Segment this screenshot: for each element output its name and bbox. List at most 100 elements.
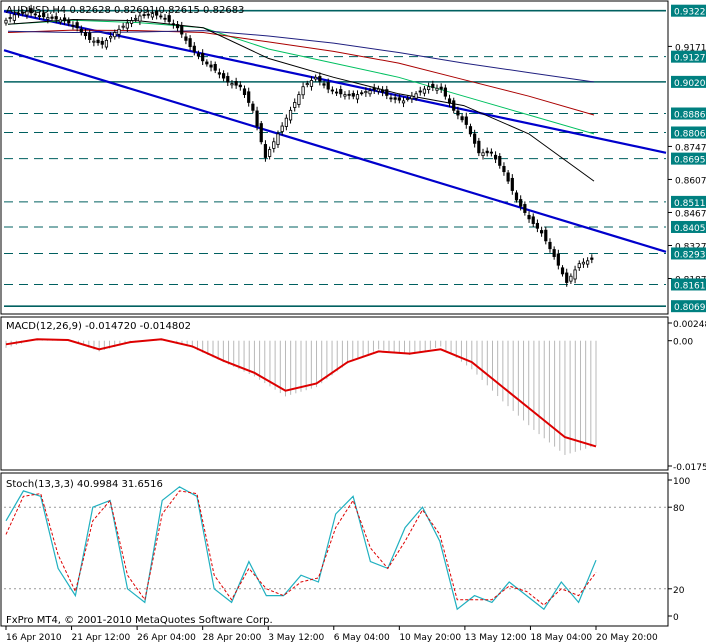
candle-body: [67, 20, 71, 24]
candle-body: [175, 24, 180, 29]
stoch-tick-label: 20: [673, 586, 685, 596]
candle-body: [410, 95, 414, 100]
candle-body: [431, 83, 435, 88]
time-tick-label: 18 May 04:00: [530, 633, 592, 643]
candle-body: [330, 89, 334, 92]
candle-body: [510, 177, 514, 191]
candle-body: [167, 15, 171, 22]
time-tick-label: 3 May 12:00: [268, 633, 324, 643]
candle-body: [376, 88, 381, 92]
candle-body: [62, 17, 67, 22]
candle-body: [401, 100, 406, 104]
candle-body: [339, 89, 343, 95]
time-tick-label: 21 Apr 12:00: [72, 633, 131, 643]
candle-body: [569, 275, 573, 282]
level-label: 0.82932: [674, 250, 706, 260]
candle-body: [180, 25, 184, 35]
copyright-text: FxPro MT4, © 2001-2010 MetaQuotes Softwa…: [6, 615, 273, 626]
candle-body: [489, 151, 493, 154]
candle-body: [125, 22, 129, 29]
candle-body: [159, 15, 163, 18]
candle-body: [71, 24, 75, 27]
candle-body: [104, 39, 109, 48]
candle-body: [590, 257, 594, 260]
candle-body: [573, 269, 577, 280]
candle-body: [326, 82, 330, 90]
candle-body: [581, 261, 586, 265]
candle-body: [351, 93, 355, 97]
candle-body: [121, 25, 125, 28]
candle-body: [83, 32, 88, 37]
level-label: 0.88060: [674, 129, 706, 139]
candle-body: [230, 83, 234, 86]
candle-body: [238, 84, 242, 88]
candle-body: [418, 90, 422, 93]
candle-body: [205, 61, 209, 65]
candle-body: [385, 89, 389, 96]
candle-body: [284, 117, 288, 127]
candle-body: [355, 94, 360, 100]
level-label: 0.93224: [674, 8, 706, 18]
candle-body: [255, 110, 259, 127]
candle-body: [435, 87, 439, 91]
candle-body: [113, 32, 117, 38]
candle-body: [79, 28, 83, 33]
candle-body: [452, 100, 456, 111]
candle-body: [54, 16, 58, 20]
candle-body: [360, 92, 364, 95]
candle-body: [443, 87, 447, 97]
candle-body: [117, 28, 121, 35]
macd-tick-label: -0.01755: [673, 463, 706, 473]
candle-body: [468, 126, 473, 135]
candle-body: [372, 87, 376, 91]
candle-body: [514, 192, 519, 201]
candle-body: [577, 263, 581, 269]
candle-body: [288, 109, 293, 121]
candle-body: [221, 73, 226, 79]
candle-body: [163, 17, 167, 20]
candle-body: [297, 94, 301, 105]
candle-body: [427, 86, 431, 90]
candle-body: [485, 150, 489, 154]
candle-body: [259, 123, 263, 143]
candle-body: [523, 204, 527, 213]
candle-body: [138, 15, 142, 22]
candle-body: [109, 36, 113, 39]
candle-body: [46, 17, 50, 20]
candle-body: [276, 133, 280, 145]
candle-body: [519, 199, 523, 207]
candle-body: [565, 272, 569, 283]
candle-body: [535, 222, 540, 229]
candle-body: [171, 23, 175, 26]
level-label: 0.90206: [674, 79, 706, 89]
candle-body: [217, 72, 222, 75]
candle-body: [473, 133, 477, 144]
price-tick-label: 0.86070: [675, 176, 706, 186]
candle-body: [334, 91, 339, 94]
stoch-title: Stoch(13,3,3) 40.9984 31.6516: [6, 479, 163, 490]
chart-title: AUDUSD,H4 0.82628 0.82691 0.82615 0.8268…: [6, 5, 244, 16]
candle-body: [414, 93, 418, 99]
time-tick-label: 28 Apr 20:00: [203, 633, 262, 643]
candle-body: [226, 76, 230, 83]
stoch-tick-label: 0: [673, 613, 679, 623]
candle-body: [88, 32, 92, 40]
candle-body: [129, 20, 134, 24]
candle-body: [209, 64, 213, 68]
level-label: 0.85118: [674, 199, 706, 209]
candle-body: [4, 19, 8, 24]
price-tick-label: 0.87470: [675, 143, 706, 153]
level-label: 0.88865: [674, 111, 706, 121]
candle-body: [75, 22, 79, 29]
candle-body: [322, 83, 326, 86]
candle-body: [58, 19, 62, 23]
chart-root: 0.917100.874700.860700.846700.832700.818…: [0, 0, 706, 644]
candle-body: [560, 267, 565, 275]
candle-body: [368, 90, 372, 95]
candle-body: [96, 39, 100, 44]
price-tick-label: 0.84670: [675, 209, 706, 219]
candle-body: [263, 144, 268, 158]
time-tick-label: 16 Apr 2010: [6, 633, 62, 643]
candle-body: [406, 98, 410, 100]
candle-body: [464, 116, 468, 125]
